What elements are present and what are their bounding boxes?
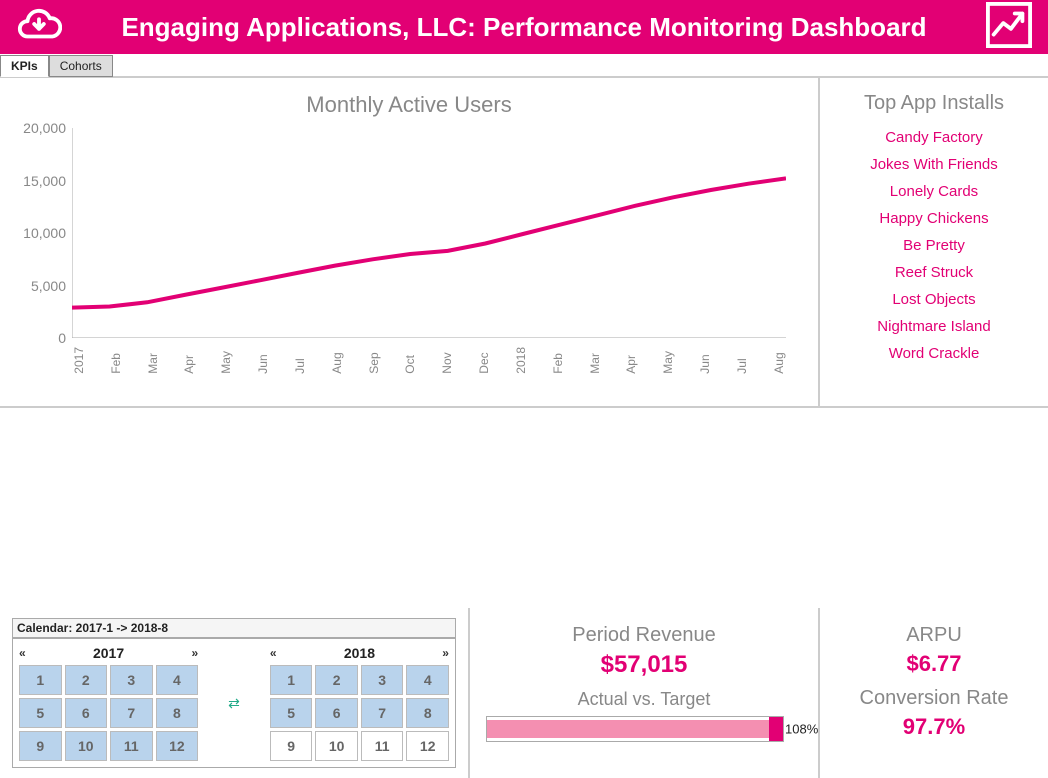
x-tick-label: Jul [735,347,749,374]
month-cell[interactable]: 12 [156,731,199,761]
x-tick-label: Apr [182,347,196,374]
x-tick-label: Feb [551,347,565,374]
x-tick-label: Aug [772,347,786,374]
y-tick-label: 20,000 [23,120,72,136]
calendar-year: 2018 [344,645,375,661]
x-tick-label: Jun [698,347,712,374]
x-tick-label: May [661,347,675,374]
month-cell[interactable]: 3 [361,665,404,695]
prev-year-icon[interactable]: « [19,646,26,660]
month-cell[interactable]: 5 [270,698,313,728]
next-year-icon[interactable]: » [191,646,198,660]
x-tick-label: Jul [293,347,307,374]
month-cell[interactable]: 8 [406,698,449,728]
next-year-icon[interactable]: » [442,646,449,660]
tab-bar: KPIs Cohorts [0,54,1048,78]
app-link[interactable]: Candy Factory [885,129,983,146]
download-cloud-icon[interactable] [16,2,62,53]
page-title: Engaging Applications, LLC: Performance … [82,12,966,43]
x-tick-label: Mar [588,347,602,374]
conversion-title: Conversion Rate [832,687,1036,710]
arpu-conversion-panel: ARPU $6.77 Conversion Rate 97.7% [820,608,1048,778]
x-tick-label: Oct [403,347,417,374]
x-tick-label: Mar [146,347,160,374]
app-link[interactable]: Jokes With Friends [870,156,998,173]
month-cell[interactable]: 6 [315,698,358,728]
y-tick-label: 5,000 [31,278,72,294]
month-cell[interactable]: 4 [406,665,449,695]
calendar-title: Calendar: 2017-1 -> 2018-8 [12,618,456,638]
month-cell[interactable]: 11 [110,731,153,761]
month-cell[interactable]: 7 [110,698,153,728]
chart-title: Monthly Active Users [12,92,806,118]
app-link[interactable]: Word Crackle [889,345,980,362]
app-header: Engaging Applications, LLC: Performance … [0,0,1048,54]
actual-vs-target-bar: 108% [486,716,784,742]
x-tick-label: Feb [109,347,123,374]
x-tick-label: Nov [440,347,454,374]
month-cell[interactable]: 8 [156,698,199,728]
tab-kpis[interactable]: KPIs [0,55,49,77]
app-link[interactable]: Nightmare Island [877,318,990,335]
top-apps-panel: Top App Installs Candy Factory Jokes With… [820,78,1048,408]
month-cell[interactable]: 1 [270,665,313,695]
calendar-panel: Calendar: 2017-1 -> 2018-8 «2017»1234567… [0,608,470,778]
x-tick-label: Sep [367,347,381,374]
top-apps-title: Top App Installs [832,92,1036,115]
month-cell[interactable]: 5 [19,698,62,728]
month-cell[interactable]: 3 [110,665,153,695]
conversion-value: 97.7% [832,714,1036,740]
x-tick-label: Apr [624,347,638,374]
revenue-title: Period Revenue [482,624,806,647]
x-tick-label: May [219,347,233,374]
x-tick-label: Dec [477,347,491,374]
y-tick-label: 0 [58,330,72,346]
y-tick-label: 10,000 [23,225,72,241]
month-cell[interactable]: 9 [19,731,62,761]
month-cell[interactable]: 11 [361,731,404,761]
arpu-value: $6.77 [832,651,1036,677]
x-tick-label: Aug [330,347,344,374]
month-cell[interactable]: 10 [65,731,108,761]
month-cell[interactable]: 1 [19,665,62,695]
month-cell[interactable]: 10 [315,731,358,761]
month-cell[interactable]: 9 [270,731,313,761]
arpu-title: ARPU [832,624,1036,647]
month-cell[interactable]: 12 [406,731,449,761]
revenue-panel: Period Revenue $57,015 Actual vs. Target… [470,608,820,778]
mau-chart: 05,00010,00015,00020,000 2017FebMarAprMa… [72,128,786,388]
calendar-year: 2017 [93,645,124,661]
actual-vs-target-percent: 108% [783,722,818,737]
month-cell[interactable]: 6 [65,698,108,728]
app-link[interactable]: Reef Struck [895,264,973,281]
x-tick-label: Jun [256,347,270,374]
revenue-value: $57,015 [482,651,806,679]
revenue-subtitle: Actual vs. Target [482,689,806,710]
month-cell[interactable]: 2 [315,665,358,695]
month-cell[interactable]: 7 [361,698,404,728]
app-link[interactable]: Lost Objects [892,291,975,308]
month-cell[interactable]: 4 [156,665,199,695]
tab-cohorts[interactable]: Cohorts [49,55,113,77]
link-ranges-icon[interactable]: ⇄ [228,695,240,712]
x-tick-label: 2017 [72,347,86,374]
trend-up-icon[interactable] [986,2,1032,53]
app-link[interactable]: Happy Chickens [879,210,988,227]
mau-chart-panel: Monthly Active Users 0 5,000 10,000 15,000 2… [0,78,820,408]
app-link[interactable]: Lonely Cards [890,183,978,200]
month-cell[interactable]: 2 [65,665,108,695]
y-tick-label: 15,000 [23,173,72,189]
app-link[interactable]: Be Pretty [903,237,965,254]
x-tick-label: 2018 [514,347,528,374]
prev-year-icon[interactable]: « [270,646,277,660]
